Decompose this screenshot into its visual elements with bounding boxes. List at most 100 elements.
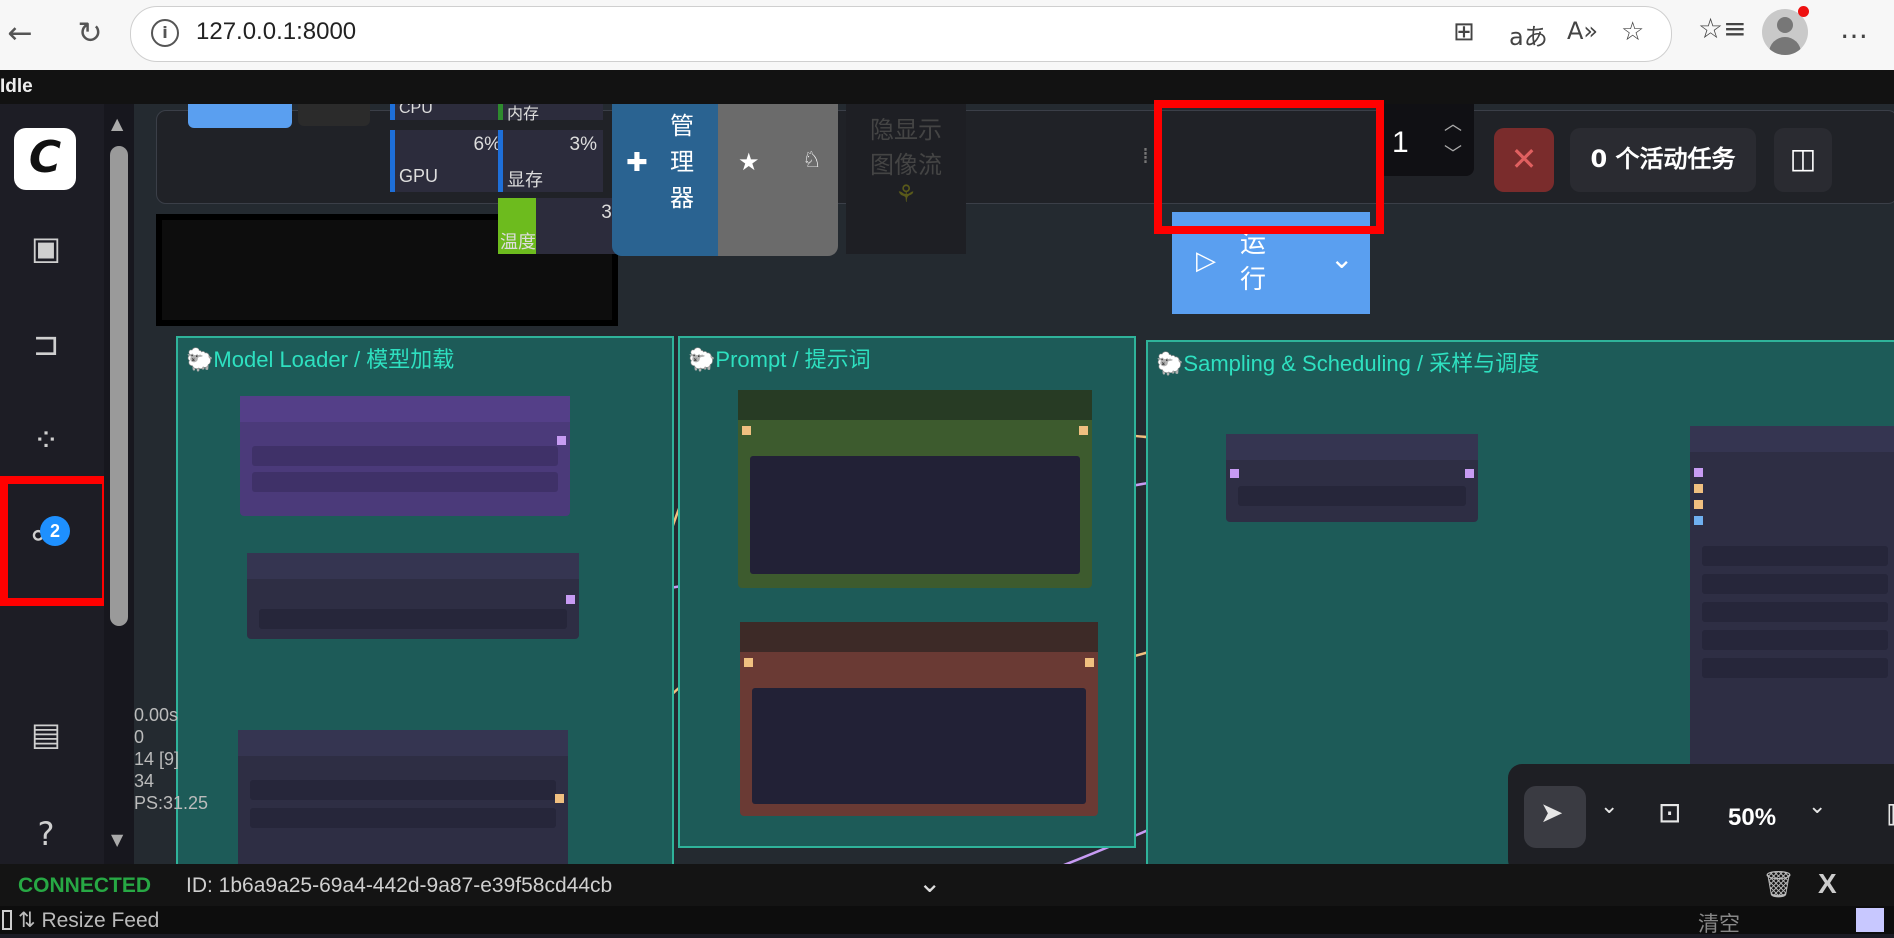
image-feed-label-line: 图像流	[870, 151, 942, 179]
increment-icon[interactable]: ︿	[1444, 110, 1462, 136]
output-port[interactable]	[557, 436, 566, 445]
top-tab-button[interactable]	[188, 104, 292, 128]
ksampler-node[interactable]	[1690, 426, 1894, 806]
run-button-highlight	[1154, 100, 1384, 234]
conditioning-node[interactable]	[1226, 434, 1478, 522]
input-port[interactable]	[1694, 516, 1703, 525]
input-port[interactable]	[1230, 469, 1239, 478]
output-port[interactable]	[566, 595, 575, 604]
snake-icon: ⚘	[895, 180, 917, 208]
zoom-chevron-icon[interactable]: ⌄	[1808, 794, 1826, 819]
more-menu-icon[interactable]: …	[1840, 12, 1868, 45]
run-options-chevron-icon[interactable]: ⌄	[1330, 242, 1353, 275]
cpu-monitor: CPU	[390, 104, 507, 120]
help-icon[interactable]: ?	[22, 810, 70, 858]
vae-loader-node[interactable]	[238, 730, 568, 884]
node-library-icon[interactable]: ⊐	[22, 320, 70, 368]
extra-buttons: ★ ♘	[718, 104, 838, 256]
stat-line: 14 [9]	[134, 749, 180, 769]
stat-line: 0	[134, 727, 145, 747]
favorite-star-icon[interactable]: ☆	[1621, 17, 1644, 47]
feed-thumbnail[interactable]	[1856, 908, 1884, 932]
puzzle-icon: ✚	[626, 148, 648, 178]
scroll-thumb[interactable]	[110, 146, 128, 626]
model-library-icon[interactable]: ⁘	[22, 416, 70, 464]
negative-prompt-node[interactable]	[740, 622, 1098, 816]
input-port[interactable]	[744, 658, 753, 667]
app-status-strip: Idle	[0, 70, 1894, 104]
star-icon[interactable]: ★	[738, 148, 760, 176]
input-port[interactable]	[1694, 500, 1703, 509]
positive-prompt-node[interactable]	[738, 390, 1092, 588]
browser-toolbar: ← ↻ i 127.0.0.1:8000 ⊞ aあ A» ☆ ☆≡ …	[0, 0, 1894, 71]
canvas-stats: 0.00s 0 14 [9] 34 PS:31.25	[134, 704, 224, 814]
vram-percent: 3%	[569, 134, 597, 155]
trash-icon[interactable]: 🗑	[1762, 870, 1795, 900]
tool-chevron-icon[interactable]: ⌄	[1600, 794, 1618, 819]
resize-feed-bar[interactable]: ⇅ Resize Feed 清空	[0, 906, 1894, 936]
collapse-feed-icon[interactable]: ⌄	[918, 866, 941, 899]
scroll-down-icon[interactable]: ▼	[111, 830, 123, 849]
batch-count-stepper[interactable]: 1 ︿ ﹀	[1378, 104, 1474, 176]
cancel-queue-button[interactable]: ✕	[1494, 128, 1554, 192]
active-tasks-button[interactable]: 0 个活动任务	[1570, 128, 1756, 192]
translate-icon[interactable]: aあ	[1509, 17, 1548, 52]
group-title-sampling[interactable]: 🐑Sampling & Scheduling / 采样与调度	[1156, 346, 1539, 378]
batch-count-value[interactable]: 1	[1392, 126, 1409, 160]
group-title-prompt[interactable]: 🐑Prompt / 提示词	[688, 342, 871, 374]
input-port[interactable]	[1694, 468, 1703, 477]
connection-status: CONNECTED	[18, 874, 152, 897]
output-port[interactable]	[1465, 469, 1474, 478]
run-label-char: 行	[1240, 265, 1267, 295]
url-text[interactable]: 127.0.0.1:8000	[196, 18, 356, 46]
stat-line: 0.00s	[134, 705, 179, 725]
comfyui-app: C ▣ ⊐ ⁘ ⚯ 2 ▤ ? ▲ ▼ 🐑Model Loader /	[0, 100, 1894, 884]
image-feed-bar: CONNECTED ID: 1b6a9a25-69a4-442d-9a87-e3…	[0, 864, 1894, 906]
app-available-icon[interactable]: ⊞	[1453, 17, 1475, 47]
image-feed-toggle[interactable]: 隐显示 图像流 ⚘	[846, 104, 966, 254]
reload-icon[interactable]: ↻	[70, 14, 110, 54]
output-port[interactable]	[1079, 426, 1088, 435]
scroll-up-icon[interactable]: ▲	[111, 114, 123, 133]
graph-canvas[interactable]: 🐑Model Loader / 模型加载 🐑Prompt / 提示词 🐑Samp…	[134, 104, 1894, 884]
vram-label: 显存	[507, 170, 543, 190]
sidebar-queue-highlight	[0, 476, 110, 606]
fit-view-icon[interactable]: ⊡	[1658, 796, 1681, 829]
zoom-level[interactable]: 50%	[1728, 804, 1776, 832]
vram-monitor: 3% 显存	[498, 130, 603, 192]
decrement-icon[interactable]: ﹀	[1444, 140, 1462, 166]
gpu-percent: 6%	[473, 134, 501, 155]
resize-feed-label: ⇅ Resize Feed	[18, 909, 160, 932]
images-icon[interactable]: ▣	[22, 224, 70, 272]
back-icon[interactable]: ←	[0, 14, 40, 54]
input-port[interactable]	[1694, 484, 1703, 493]
manager-button[interactable]: ✚ 管 理 器	[612, 104, 718, 256]
checkpoint-loader-node[interactable]	[240, 396, 570, 516]
sidebar-scrollbar[interactable]: ▲ ▼	[104, 104, 134, 884]
ram-monitor: 内存	[498, 104, 603, 123]
group-title-model-loader[interactable]: 🐑Model Loader / 模型加载	[186, 342, 454, 374]
manager-label-char: 管	[670, 112, 694, 140]
select-tool-button[interactable]: ➤	[1524, 786, 1586, 848]
top-tab-button-2[interactable]	[298, 104, 370, 126]
resize-checkbox[interactable]	[2, 910, 12, 930]
output-port[interactable]	[555, 794, 564, 803]
play-icon: ▷	[1196, 246, 1216, 276]
stat-line: 34	[134, 771, 155, 791]
client-id: ID: 1b6a9a25-69a4-442d-9a87-e39f58cd44cb	[186, 874, 613, 897]
minimap-icon[interactable]: ▥	[1886, 796, 1894, 829]
close-feed-button[interactable]: X	[1818, 868, 1837, 900]
output-port[interactable]	[1085, 658, 1094, 667]
drag-handle-icon[interactable]: ⁞	[1142, 144, 1149, 169]
comfy-logo[interactable]: C	[14, 128, 76, 190]
clip-loader-node[interactable]	[247, 553, 579, 639]
input-port[interactable]	[742, 426, 751, 435]
shortcut-icon[interactable]: ♘	[802, 148, 822, 173]
templates-icon[interactable]: ▤	[22, 710, 70, 758]
address-bar[interactable]: i 127.0.0.1:8000 ⊞ aあ A» ☆	[130, 6, 1672, 62]
read-aloud-icon[interactable]: A»	[1567, 17, 1598, 45]
favorites-icon[interactable]: ☆≡	[1698, 12, 1747, 45]
toggle-panel-icon[interactable]: ◫	[1774, 128, 1832, 192]
gpu-monitor: 6% GPU	[390, 130, 507, 192]
site-info-icon[interactable]: i	[151, 19, 179, 47]
